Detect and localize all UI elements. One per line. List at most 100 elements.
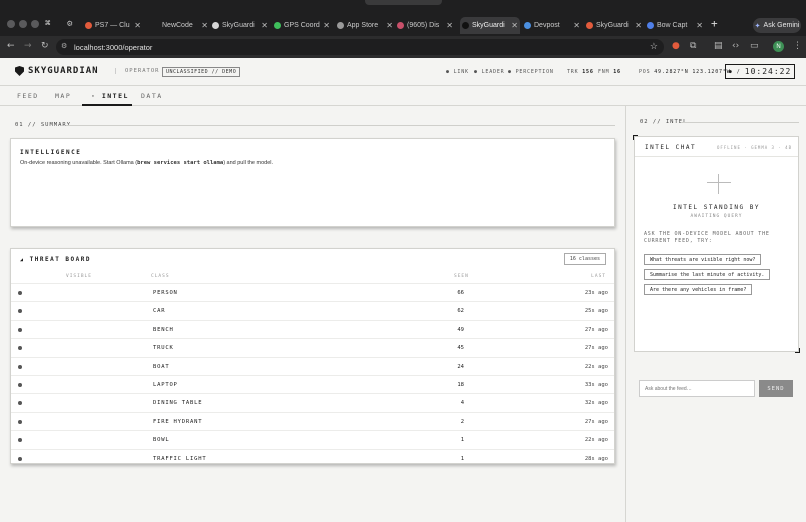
browser-tab[interactable]: Bow Capt ✕ [645,17,705,34]
browser-tab[interactable]: (9605) Dis ✕ [395,17,455,34]
classification-badge: UNCLASSIFIED // DEMO [162,67,241,77]
tab-favicon-icon [337,22,344,29]
extensions-puzzle-icon[interactable]: ⧉ [690,41,696,51]
reading-list-icon[interactable]: ▤ [714,41,723,51]
gemini-icon: ✦ [754,22,761,30]
tab-intel[interactable]: · INTEL [91,92,129,100]
browser-tab[interactable]: GPS Coord ✕ [272,17,332,34]
chat-divider [635,156,798,157]
tab-close-icon[interactable]: ✕ [696,21,703,30]
tab-close-icon[interactable]: ✕ [201,21,208,30]
visible-dot-icon [18,291,22,295]
tab-label: SkyGuardi [222,22,255,29]
table-row[interactable]: LAPTOP 18 33s ago [11,375,614,393]
intel-chat-card: INTEL CHAT OFFLINE · GEMMA 3 · 4B INTEL … [633,135,800,353]
browser-tab[interactable]: SkyGuardi ✕ [210,17,270,34]
app-header: SKYGUARDIAN OPERATOR UNCLASSIFIED // DEM… [0,58,806,86]
last-cell: 27s ago [584,345,608,352]
tab-map[interactable]: MAP [55,92,71,100]
seen-cell: 4 [460,400,464,407]
tab-favicon-icon [586,22,593,29]
window-minimize-dot[interactable] [19,20,27,28]
last-cell: 25s ago [584,308,608,315]
tab-close-icon[interactable]: ✕ [261,21,268,30]
intel-chat-title: INTEL CHAT [645,144,697,151]
col-seen[interactable]: SEEN [454,274,469,279]
position-readout: POS 49.2827°N 123.1207°W [639,69,731,75]
suggestion-summary[interactable]: Summarise the last minute of activity. [644,269,771,280]
table-row[interactable]: TRUCK 45 27s ago [11,338,614,356]
menu-kebab-icon[interactable]: ⋮ [793,41,802,51]
threat-board: ◢ THREAT BOARD 16 classes VISIBLE CLASS … [10,248,615,464]
summary-section-label: 01 // SUMMARY [15,122,72,128]
tab-group-icon[interactable]: ⌘ [45,19,50,29]
tab-label: NewCode [162,22,193,29]
tab-close-icon[interactable]: ✕ [323,21,330,30]
window-close-dot[interactable] [7,20,15,28]
tab-close-icon[interactable]: ✕ [511,21,518,30]
last-cell: 28s ago [584,455,608,462]
table-row[interactable]: CAR 62 25s ago [11,301,614,319]
back-icon[interactable]: ← [7,41,15,51]
clock-time: 10:24:22 [744,67,792,76]
tab-close-icon[interactable]: ✕ [635,21,642,30]
browser-tab[interactable]: SkyGuardi ✕ [460,17,520,34]
table-row[interactable]: PERSON 66 23s ago [11,283,614,301]
ask-gemini-button[interactable]: ✦ Ask Gemini [753,18,801,33]
last-cell: 27s ago [584,418,608,425]
suggestion-threats[interactable]: What threats are visible right now? [644,254,762,265]
tab-feed[interactable]: FEED [17,92,39,100]
table-row[interactable]: BOWL 1 22s ago [11,430,614,448]
visible-dot-icon [18,327,22,332]
browser-tab[interactable]: SkyGuardi ✕ [584,17,644,34]
table-row[interactable]: BOAT 24 22s ago [11,356,614,375]
browser-tab[interactable]: App Store ✕ [335,17,395,34]
tab-close-icon[interactable]: ✕ [573,21,580,30]
triangle-icon: ◢ [20,257,25,263]
settings-icon[interactable]: ⚙ [67,19,72,29]
last-cell: 23s ago [584,290,608,296]
awaiting-query: AWAITING QUERY [690,214,743,219]
col-last[interactable]: LAST [591,274,606,279]
profile-avatar[interactable]: N [773,41,784,52]
tab-close-icon[interactable]: ✕ [386,21,393,30]
col-class[interactable]: CLASS [151,274,170,279]
browser-tab[interactable]: PS7 — Clu ✕ [83,17,143,34]
clock: ● /10:24:22 [725,64,795,79]
extension-icon[interactable]: ● [672,41,680,51]
table-row[interactable]: FIRE HYDRANT 2 27s ago [11,411,614,430]
status-leader: ● LEADER [474,69,505,75]
reload-icon[interactable]: ↻ [41,41,49,51]
address-bar[interactable]: ⚙ localhost:3000/operator ☆ [56,39,664,55]
site-info-icon[interactable]: ⚙ [61,42,67,50]
bookmark-star-icon[interactable]: ☆ [650,41,658,52]
tab-data[interactable]: DATA [141,92,163,100]
tab-close-icon[interactable]: ✕ [134,21,141,30]
cast-icon[interactable]: ▭ [750,41,759,51]
visible-dot-icon [18,401,22,406]
send-button[interactable]: SEND [759,380,793,397]
col-visible[interactable]: VISIBLE [66,274,92,279]
tab-favicon-icon [85,22,92,29]
window-maximize-dot[interactable] [31,20,39,28]
table-row[interactable]: TRAFFIC LIGHT 1 28s ago [11,448,614,463]
new-tab-button[interactable]: + [711,17,718,30]
suggestion-vehicles[interactable]: Are there any vehicles in frame? [644,284,753,295]
status-perception: ● PERCEPTION [508,69,554,75]
crosshair-icon [707,182,731,183]
forward-icon[interactable]: → [24,41,32,51]
devtools-icon[interactable]: ‹› [732,41,739,51]
visible-dot-icon [18,438,22,443]
tab-close-icon[interactable]: ✕ [446,21,453,30]
seen-cell: 45 [457,345,464,352]
chat-input[interactable] [639,380,755,397]
class-cell: PERSON [153,290,178,296]
class-cell: BENCH [153,326,174,333]
table-row[interactable]: DINING TABLE 4 32s ago [11,393,614,411]
app-root: SKYGUARDIAN OPERATOR UNCLASSIFIED // DEM… [0,58,806,522]
table-row[interactable]: BENCH 49 27s ago [11,319,614,338]
tab-favicon-icon [212,22,219,29]
browser-tab[interactable]: NewCode ✕ [150,17,210,34]
browser-tab[interactable]: Devpost ✕ [522,17,582,34]
intelligence-title: INTELLIGENCE [20,149,82,156]
